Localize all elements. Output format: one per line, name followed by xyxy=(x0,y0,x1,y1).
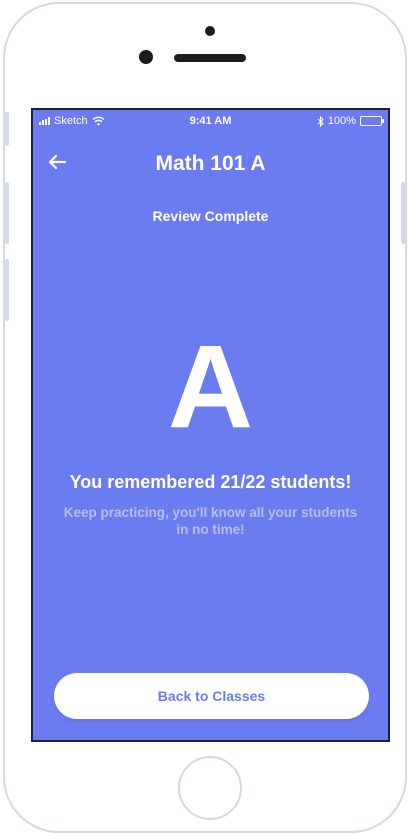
power-button xyxy=(401,182,405,244)
grade-letter: A xyxy=(167,321,254,453)
front-sensor-icon xyxy=(139,50,153,64)
nav-bar: Math 101 A xyxy=(33,132,388,192)
bluetooth-icon xyxy=(317,115,324,127)
home-button[interactable] xyxy=(178,756,242,820)
battery-percent: 100% xyxy=(327,115,356,127)
status-right: 100% xyxy=(317,115,384,127)
volume-down-button xyxy=(5,259,9,321)
page-title: Math 101 A xyxy=(155,152,266,175)
mute-switch xyxy=(5,112,9,146)
review-status-label: Review Complete xyxy=(152,208,269,224)
app-screen: Sketch 9:41 AM 100% Math 101 A Review Co… xyxy=(31,108,390,742)
camera-icon xyxy=(205,26,215,36)
back-to-classes-button[interactable]: Back to Classes xyxy=(54,673,369,719)
result-message: You remembered 21/22 students! xyxy=(69,472,352,492)
phone-frame: Sketch 9:41 AM 100% Math 101 A Review Co… xyxy=(3,2,407,833)
volume-up-button xyxy=(5,182,9,244)
status-bar: Sketch 9:41 AM 100% xyxy=(33,110,388,132)
battery-icon xyxy=(360,116,384,126)
encouragement-message: Keep practicing, you'll know all your st… xyxy=(63,505,358,537)
speaker-grille xyxy=(174,54,246,62)
